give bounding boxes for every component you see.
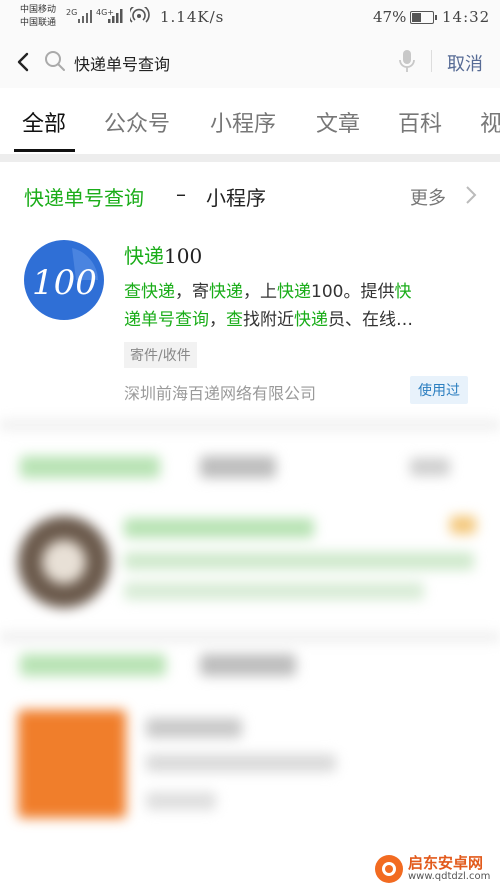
blurred-app-icon	[18, 710, 126, 818]
tab-mini-programs[interactable]: 小程序	[210, 106, 276, 138]
blurred-band	[0, 632, 500, 642]
cancel-button[interactable]: 取消	[447, 50, 483, 76]
search-input[interactable]: 快递单号查询	[74, 51, 170, 75]
section-title: 快递单号查询	[24, 186, 144, 210]
highlighted-text: 递单号查询	[124, 310, 209, 330]
logo-text: 100	[32, 263, 97, 303]
highlighted-text: 快递	[294, 310, 328, 330]
blurred-block	[124, 518, 314, 538]
watermark: 启东安卓网 www.qdtdzl.com	[374, 852, 498, 886]
watermark-url: www.qdtdzl.com	[408, 871, 491, 882]
description-text: ，上	[243, 282, 277, 302]
battery-icon	[410, 11, 437, 24]
tab-video[interactable]: 视	[480, 106, 500, 138]
blurred-block	[146, 754, 336, 772]
blurred-block	[200, 654, 296, 676]
network-type-2g: 2G	[66, 8, 78, 17]
blurred-block	[20, 654, 166, 676]
app-name[interactable]: 快递100	[124, 240, 202, 269]
mini-program-result[interactable]: 100 快递100 查快递，寄快递，上快递100。提供快 递单号查询，查找附近快…	[0, 226, 500, 416]
microphone-icon[interactable]	[396, 48, 418, 74]
blurred-band	[0, 420, 500, 430]
chevron-right-icon[interactable]	[464, 184, 478, 206]
section-dash: –	[176, 182, 186, 206]
blurred-block	[146, 792, 216, 810]
description-text: 找附近	[243, 310, 294, 330]
battery-fill	[412, 13, 422, 22]
blurred-block	[410, 458, 450, 476]
network-speed: 1.14K/s	[160, 8, 225, 26]
blurred-avatar-inner	[42, 540, 86, 584]
search-icon	[45, 51, 65, 71]
signal-icon	[78, 10, 92, 23]
tab-articles[interactable]: 文章	[316, 106, 360, 138]
carrier-1: 中国移动	[20, 5, 57, 15]
section-separator	[0, 154, 500, 162]
used-badge: 使用过	[410, 376, 468, 404]
watermark-logo-icon	[375, 855, 403, 883]
section-type: 小程序	[206, 186, 266, 210]
signal-icon-2	[108, 9, 123, 23]
kuaidi100-logo-icon[interactable]: 100	[24, 240, 104, 320]
app-description: 查快递，寄快递，上快递100。提供快 递单号查询，查找附近快递员、在线…	[124, 278, 484, 334]
active-tab-indicator	[14, 149, 75, 152]
category-tag: 寄件/收件	[124, 342, 197, 368]
description-line-2: 递单号查询，查找附近快递员、在线…	[124, 306, 484, 334]
highlighted-text: 快递	[209, 282, 243, 302]
description-text: ，	[209, 310, 226, 330]
tab-all[interactable]: 全部	[22, 106, 66, 138]
carrier-2: 中国联通	[20, 18, 57, 28]
blurred-block	[450, 516, 476, 534]
app-name-highlight: 快递	[124, 244, 164, 268]
blurred-block	[124, 582, 424, 600]
description-text: 员、在线…	[328, 310, 413, 330]
blurred-block	[124, 552, 474, 570]
description-text: 100。提供	[311, 282, 395, 302]
category-tabs: 全部 公众号 小程序 文章 百科 视	[0, 88, 500, 154]
blurred-block	[146, 718, 242, 738]
clock: 14:32	[442, 8, 491, 26]
highlighted-text: 查快递	[124, 282, 175, 302]
battery-percent: 47%	[373, 8, 407, 26]
more-link[interactable]: 更多	[410, 184, 446, 210]
app-name-rest: 100	[164, 244, 203, 268]
blurred-block	[20, 456, 160, 478]
blurred-block	[200, 456, 276, 478]
highlighted-text: 快递	[277, 282, 311, 302]
highlighted-text: 查	[226, 310, 243, 330]
back-arrow-icon[interactable]	[10, 48, 38, 76]
battery-nub	[435, 15, 437, 20]
company-name: 深圳前海百递网络有限公司	[124, 384, 317, 403]
status-bar: 中国移动 中国联通 2G 4G+ 1.14K/s 47% 14:32	[0, 0, 500, 36]
section-header: 快递单号查询 – 小程序 更多	[0, 162, 500, 226]
tab-official-accounts[interactable]: 公众号	[104, 106, 170, 138]
description-text: ，寄	[175, 282, 209, 302]
tab-encyclopedia[interactable]: 百科	[398, 106, 442, 138]
highlighted-text: 快	[394, 282, 412, 302]
watermark-name: 启东安卓网	[408, 854, 484, 872]
carrier-labels: 中国移动 中国联通	[20, 4, 56, 30]
hotspot-icon	[130, 7, 150, 23]
search-bar: 快递单号查询 取消	[0, 36, 500, 88]
divider	[431, 50, 432, 72]
blurred-results	[0, 420, 500, 889]
description-line-1: 查快递，寄快递，上快递100。提供快	[124, 278, 484, 306]
